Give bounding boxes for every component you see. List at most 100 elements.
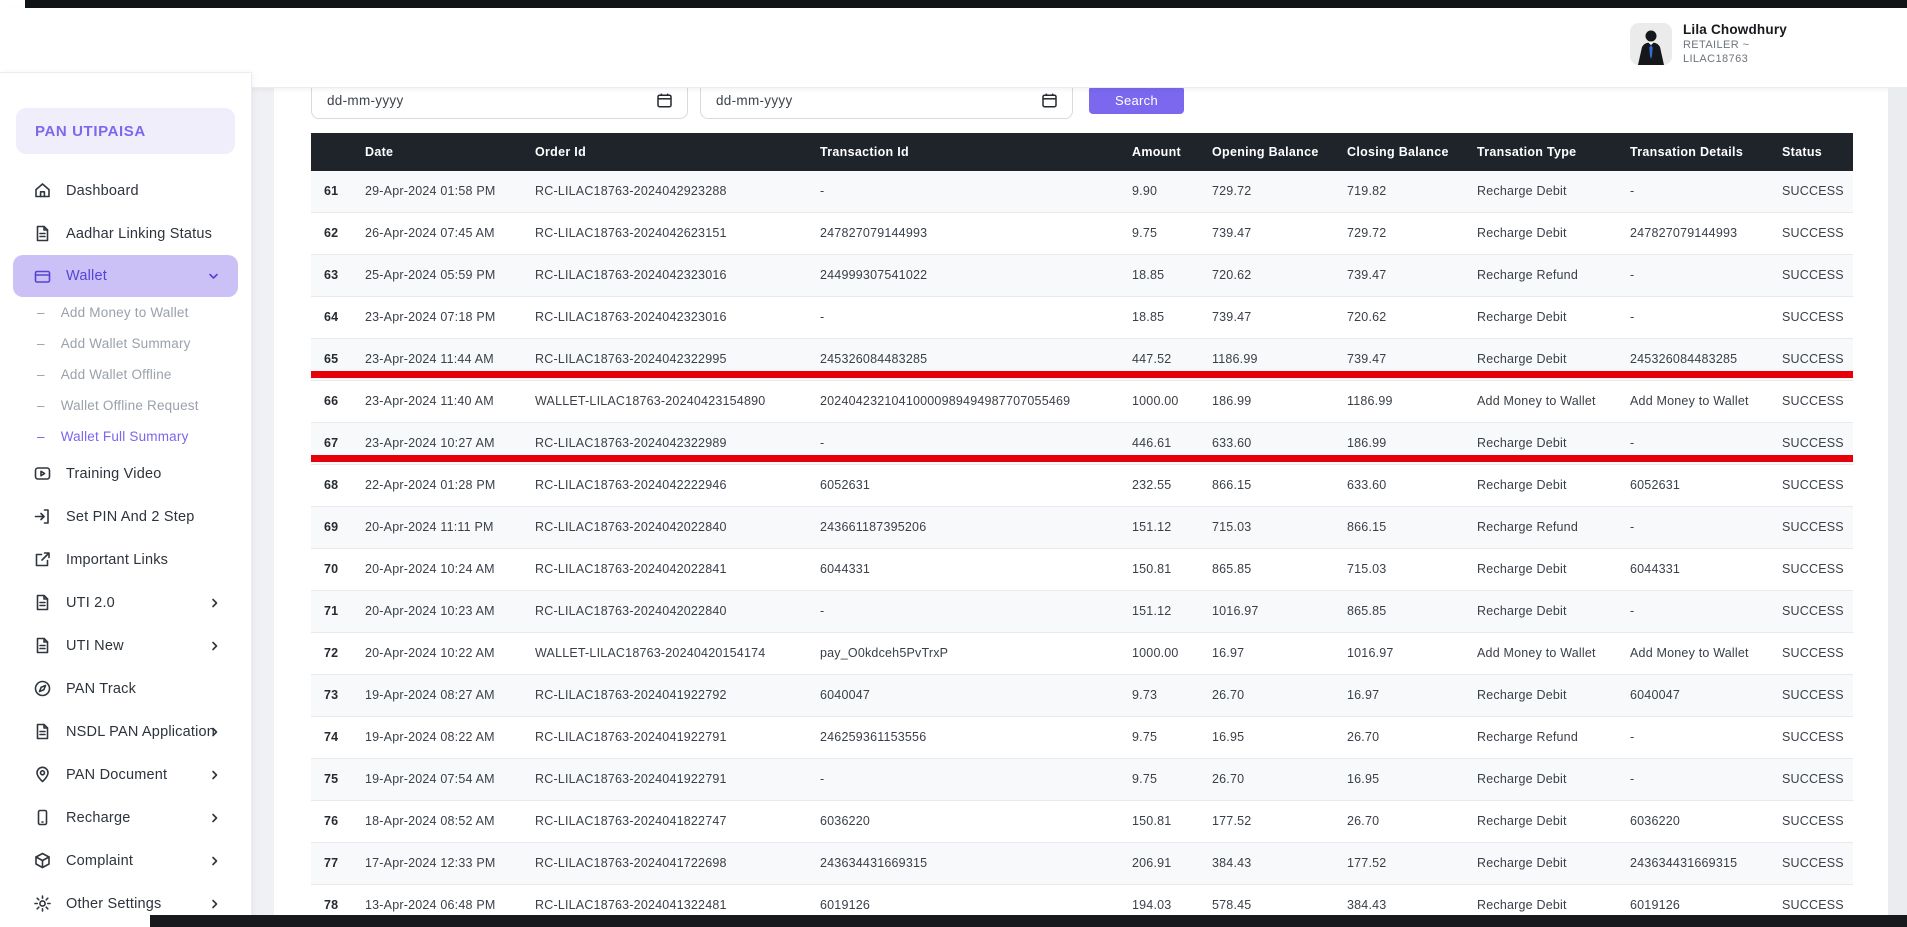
sidebar-item-label: Add Wallet Summary	[61, 336, 191, 351]
table-row: 6226-Apr-2024 07:45 AMRC-LILAC18763-2024…	[311, 213, 1853, 255]
avatar	[1630, 23, 1672, 65]
status-cell: SUCCESS	[1776, 801, 1853, 842]
opening-balance-cell: 739.47	[1206, 297, 1341, 338]
sidebar-item-wallet[interactable]: Wallet	[13, 255, 238, 297]
amount-cell: 9.90	[1126, 171, 1206, 212]
row-number: 70	[311, 549, 359, 590]
document-icon	[33, 722, 52, 741]
order-id-cell: RC-LILAC18763-2024042022840	[529, 591, 814, 632]
table-row: 6822-Apr-2024 01:28 PMRC-LILAC18763-2024…	[311, 465, 1853, 507]
chevron-right-icon	[208, 596, 221, 609]
order-id-cell: WALLET-LILAC18763-20240423154890	[529, 381, 814, 422]
main-content: Search DateOrder IdTransaction IdAmountO…	[252, 88, 1907, 927]
sidebar-item-pan-document[interactable]: PAN Document	[0, 753, 251, 796]
chevron-right-icon	[208, 725, 221, 738]
transaction-id-cell: -	[814, 759, 1126, 800]
row-number: 69	[311, 507, 359, 548]
column-header-index	[311, 133, 359, 171]
sidebar-item-aadhar-linking-status[interactable]: Aadhar Linking Status	[0, 212, 251, 255]
sidebar-item-pan-track[interactable]: PAN Track	[0, 667, 251, 710]
opening-balance-cell: 739.47	[1206, 213, 1341, 254]
closing-balance-cell: 26.70	[1341, 801, 1471, 842]
chevron-right-icon	[208, 897, 221, 910]
column-header-transaction-id: Transaction Id	[814, 133, 1126, 171]
status-cell: SUCCESS	[1776, 381, 1853, 422]
order-id-cell: RC-LILAC18763-2024042923288	[529, 171, 814, 212]
order-id-cell: RC-LILAC18763-2024041922791	[529, 759, 814, 800]
order-id-cell: RC-LILAC18763-2024041822747	[529, 801, 814, 842]
date-cell: 20-Apr-2024 10:23 AM	[359, 591, 529, 632]
transaction-details-cell: -	[1624, 255, 1776, 296]
sidebar-item-set-pin-and-2-step[interactable]: Set PIN And 2 Step	[0, 495, 251, 538]
closing-balance-cell: 177.52	[1341, 843, 1471, 884]
sidebar-item-nsdl-pan-application[interactable]: NSDL PAN Application	[0, 710, 251, 753]
opening-balance-cell: 729.72	[1206, 171, 1341, 212]
column-header-transation-type: Transation Type	[1471, 133, 1624, 171]
transaction-id-cell: 243634431669315	[814, 843, 1126, 884]
status-cell: SUCCESS	[1776, 591, 1853, 632]
external-link-icon	[33, 550, 52, 569]
sidebar-item-important-links[interactable]: Important Links	[0, 538, 251, 581]
amount-cell: 1000.00	[1126, 381, 1206, 422]
sidebar-item-training-video[interactable]: Training Video	[0, 452, 251, 495]
transaction-id-cell: 244999307541022	[814, 255, 1126, 296]
sidebar-item-add-wallet-offline[interactable]: –Add Wallet Offline	[0, 359, 251, 390]
transaction-type-cell: Recharge Debit	[1471, 675, 1624, 716]
sidebar-item-label: Dashboard	[66, 183, 139, 199]
transaction-details-cell: 6036220	[1624, 801, 1776, 842]
sidebar-item-label: UTI New	[66, 638, 124, 654]
table-row: 6920-Apr-2024 11:11 PMRC-LILAC18763-2024…	[311, 507, 1853, 549]
closing-balance-cell: 16.97	[1341, 675, 1471, 716]
sidebar-item-dashboard[interactable]: Dashboard	[0, 169, 251, 212]
search-button[interactable]: Search	[1089, 86, 1184, 114]
sidebar-item-label: Wallet	[66, 268, 107, 284]
sidebar-item-label: Training Video	[66, 466, 162, 482]
row-number: 63	[311, 255, 359, 296]
transaction-id-cell: -	[814, 591, 1126, 632]
sidebar-item-complaint[interactable]: Complaint	[0, 839, 251, 882]
user-name: Lila Chowdhury	[1683, 22, 1787, 37]
amount-cell: 206.91	[1126, 843, 1206, 884]
sidebar-item-wallet-offline-request[interactable]: –Wallet Offline Request	[0, 390, 251, 421]
transaction-type-cell: Recharge Debit	[1471, 297, 1624, 338]
sidebar-item-add-wallet-summary[interactable]: –Add Wallet Summary	[0, 328, 251, 359]
opening-balance-cell: 16.95	[1206, 717, 1341, 758]
sidebar-item-label: Other Settings	[66, 896, 162, 912]
date-cell: 22-Apr-2024 01:28 PM	[359, 465, 529, 506]
transaction-id-cell: 246259361153556	[814, 717, 1126, 758]
sidebar-item-label: Add Money to Wallet	[61, 305, 189, 320]
transaction-type-cell: Recharge Debit	[1471, 549, 1624, 590]
amount-cell: 9.75	[1126, 759, 1206, 800]
horizontal-scrollbar[interactable]	[150, 915, 1907, 927]
transaction-id-cell: 243661187395206	[814, 507, 1126, 548]
sidebar-item-recharge[interactable]: Recharge	[0, 796, 251, 839]
row-number: 68	[311, 465, 359, 506]
date-cell: 25-Apr-2024 05:59 PM	[359, 255, 529, 296]
sidebar-item-add-money-to-wallet[interactable]: –Add Money to Wallet	[0, 297, 251, 328]
transaction-id-cell: 247827079144993	[814, 213, 1126, 254]
column-header-amount: Amount	[1126, 133, 1206, 171]
table-row: 6129-Apr-2024 01:58 PMRC-LILAC18763-2024…	[311, 171, 1853, 213]
row-number: 72	[311, 633, 359, 674]
red-underline-annotation	[311, 455, 1853, 462]
table-row: 6723-Apr-2024 10:27 AMRC-LILAC18763-2024…	[311, 423, 1853, 465]
closing-balance-cell: 16.95	[1341, 759, 1471, 800]
date-cell: 20-Apr-2024 10:22 AM	[359, 633, 529, 674]
table-row: 7618-Apr-2024 08:52 AMRC-LILAC18763-2024…	[311, 801, 1853, 843]
table-row: 7519-Apr-2024 07:54 AMRC-LILAC18763-2024…	[311, 759, 1853, 801]
sidebar-item-uti-new[interactable]: UTI New	[0, 624, 251, 667]
status-cell: SUCCESS	[1776, 675, 1853, 716]
transaction-type-cell: Add Money to Wallet	[1471, 381, 1624, 422]
table-row: 7319-Apr-2024 08:27 AMRC-LILAC18763-2024…	[311, 675, 1853, 717]
dash-bullet: –	[37, 429, 45, 444]
row-number: 71	[311, 591, 359, 632]
vertical-scrollbar-track[interactable]	[1888, 88, 1907, 915]
sidebar-item-wallet-full-summary[interactable]: –Wallet Full Summary	[0, 421, 251, 452]
transaction-details-cell: -	[1624, 717, 1776, 758]
user-profile[interactable]: Lila Chowdhury RETAILER ~ LILAC18763	[1630, 22, 1787, 65]
app-header: Lila Chowdhury RETAILER ~ LILAC18763	[0, 8, 1907, 88]
amount-cell: 9.75	[1126, 717, 1206, 758]
order-id-cell: RC-LILAC18763-2024042022840	[529, 507, 814, 548]
order-id-cell: RC-LILAC18763-2024041922791	[529, 717, 814, 758]
sidebar-item-uti-2-0[interactable]: UTI 2.0	[0, 581, 251, 624]
